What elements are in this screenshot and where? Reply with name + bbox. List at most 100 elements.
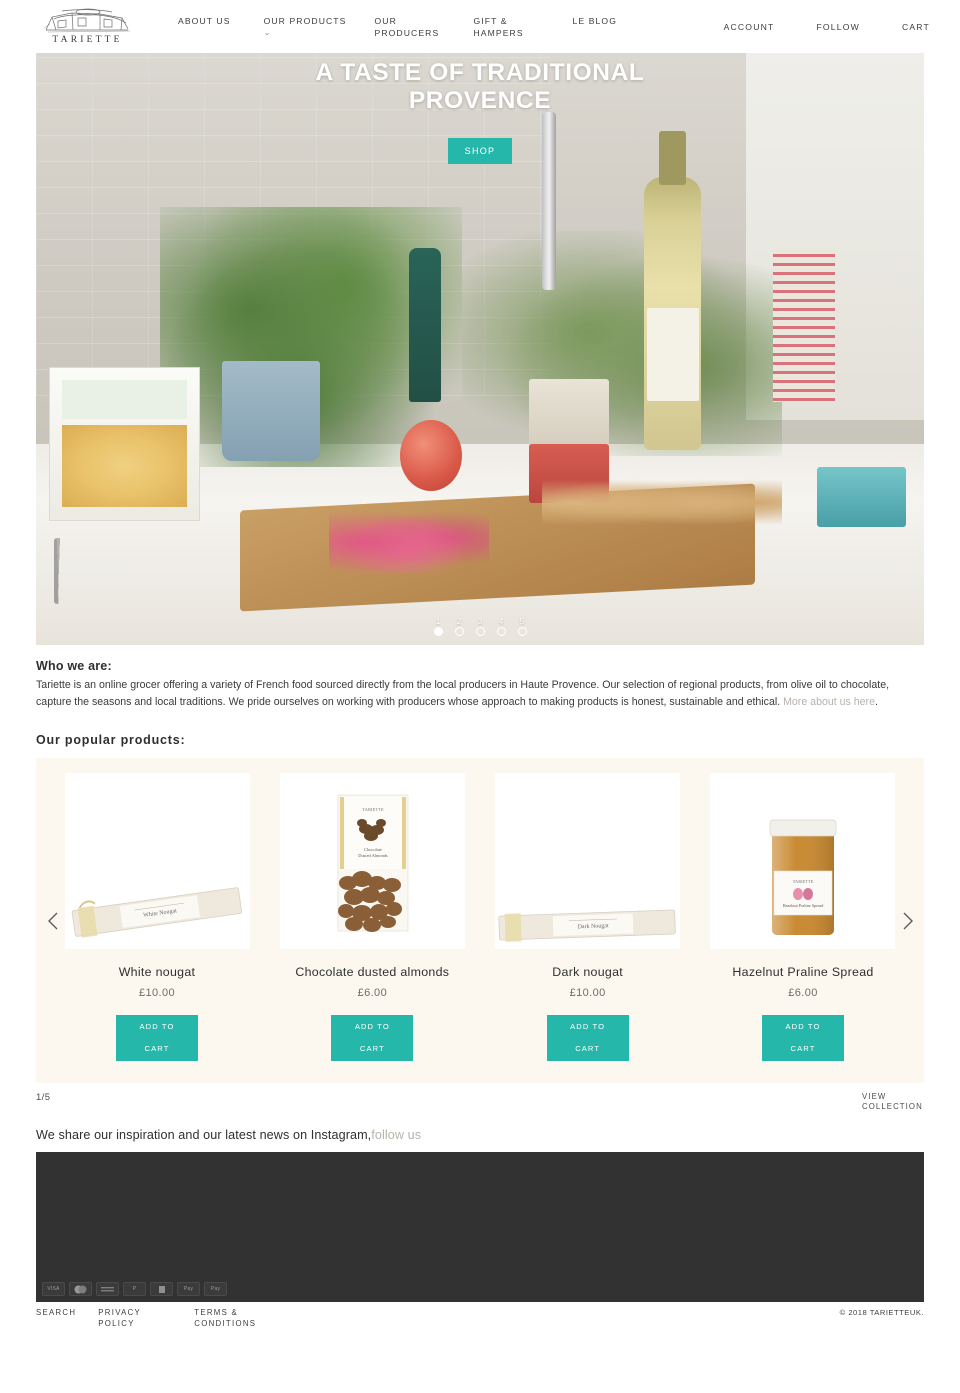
white-nougat-bar-image: White Nougat [64,773,250,949]
nav-item-le-blog[interactable]: LE BLOG [573,16,617,28]
main-navigation: ABOUT US OUR PRODUCTS ⌄ OUR PRODUCERS GI… [178,14,650,39]
svg-text:TARIETTE: TARIETTE [793,879,814,884]
who-we-are-heading: Who we are: [36,659,112,673]
popular-products-heading: Our popular products: [36,733,186,747]
product-card: Dark Nougat Dark nougat £10.00 ADD TO CA… [487,773,689,1061]
farmhouse-line-drawing-icon [43,8,130,33]
hero-pagination-dot-1[interactable]: 1 [433,617,444,636]
hero-pagination: 1 2 3 4 5 [36,617,924,636]
hero-pagination-dot-2[interactable]: 2 [454,617,465,636]
dot-icon [517,627,527,636]
carousel-footer: 1/5 VIEW COLLECTION [36,1092,924,1112]
add-to-cart-line1: ADD TO [354,1022,390,1031]
product-name[interactable]: Dark nougat [552,965,623,979]
google-pay-icon: Pay [204,1282,227,1296]
cart-link[interactable]: CART [902,22,930,32]
hero-slider[interactable]: A TASTE OF TRADITIONAL PROVENCE SHOP 1 2… [36,53,924,645]
svg-text:TARIETTE: TARIETTE [362,807,384,812]
nav-item-about-us[interactable]: ABOUT US [178,16,231,28]
svg-text:Dark Nougat: Dark Nougat [578,923,610,930]
view-collection-link[interactable]: VIEW COLLECTION [862,1092,924,1112]
product-image-white-nougat[interactable]: White Nougat [64,773,250,949]
add-to-cart-line2: CART [144,1044,170,1053]
payment-methods: VISA P Pay Pay [42,1282,227,1296]
carousel-counter: 1/5 [36,1092,51,1103]
dot-icon [454,627,464,636]
who-we-are-body: Tariette is an online grocer offering a … [36,677,924,710]
mastercard-icon [69,1282,92,1296]
hero-pagination-number: 3 [477,617,483,626]
add-to-cart-button[interactable]: ADD TO CART [116,1015,198,1061]
add-to-cart-line2: CART [359,1044,385,1053]
nav-label: LE BLOG [572,16,617,26]
nav-label: GIFT & HAMPERS [473,16,524,38]
amex-bars-icon [101,1286,114,1291]
nav-label: ABOUT US [178,16,231,26]
product-price: £6.00 [357,987,388,999]
svg-text:Dusted Almonds: Dusted Almonds [358,853,388,858]
hero-pagination-number: 1 [435,617,441,626]
hero-pagination-dot-5[interactable]: 5 [517,617,528,636]
add-to-cart-button[interactable]: ADD TO CART [761,1015,844,1061]
footer-link-terms-conditions[interactable]: TERMS & CONDITIONS [194,1308,268,1329]
copyright-text: © 2018 TARIETTEUK. [839,1308,924,1317]
product-name[interactable]: White nougat [119,965,196,979]
nav-item-our-producers[interactable]: OUR PRODUCERS [375,16,441,39]
dot-icon [496,627,506,636]
hero-title: A TASTE OF TRADITIONAL PROVENCE [315,59,645,114]
utility-navigation: ACCOUNT FOLLOW CART [682,22,930,32]
hero-pagination-number: 5 [519,617,525,626]
product-card: TARIETTE Hazelnut Praline Spread Hazelnu… [702,773,904,1061]
chevron-down-icon: ⌄ [263,27,272,37]
hero-pagination-dot-4[interactable]: 4 [496,617,507,636]
follow-link[interactable]: FOLLOW [816,22,860,32]
nav-item-our-products[interactable]: OUR PRODUCTS ⌄ [264,16,347,37]
instagram-text: We share our inspiration and our latest … [36,1128,372,1142]
footer-link-privacy-policy[interactable]: PRIVACY POLICY [98,1308,172,1329]
add-to-cart-button[interactable]: ADD TO CART [546,1015,629,1061]
footer-link-search[interactable]: SEARCH [36,1308,76,1319]
add-to-cart-line1: ADD TO [139,1022,175,1031]
product-image-hazelnut-praline-spread[interactable]: TARIETTE Hazelnut Praline Spread [710,773,896,949]
hero-shop-button[interactable]: SHOP [447,138,513,164]
instagram-heading: We share our inspiration and our latest … [36,1128,924,1142]
chevron-left-icon [47,912,57,929]
product-card: TARIETTE Chocolate Dusted Almonds Chocol… [271,773,473,1061]
site-footer: SEARCH PRIVACY POLICY TERMS & CONDITIONS… [36,1308,924,1329]
dark-nougat-bar-image: Dark Nougat [495,773,681,949]
nav-label: OUR PRODUCERS [374,16,440,38]
dot-icon [475,627,485,636]
product-name[interactable]: Chocolate dusted almonds [295,965,449,979]
nav-item-gift-hampers[interactable]: GIFT & HAMPERS [474,16,540,39]
who-we-are-section: Who we are: Tariette is an online grocer… [0,659,960,710]
who-we-are-text: Tariette is an online grocer offering a … [36,679,890,708]
svg-text:Chocolate: Chocolate [364,847,382,852]
product-name[interactable]: Hazelnut Praline Spread [732,965,873,979]
apple-pay-icon: Pay [177,1282,200,1296]
hero-pagination-number: 4 [498,617,504,626]
who-we-are-text-end: . [874,695,878,708]
add-to-cart-button[interactable]: ADD TO CART [331,1015,414,1061]
chevron-right-icon [903,912,913,929]
hero-pagination-number: 2 [456,617,462,626]
mastercard-circles-icon [74,1285,87,1293]
add-to-cart-line2: CART [790,1044,816,1053]
instagram-follow-link[interactable]: follow us [371,1128,421,1142]
dot-icon [433,627,443,636]
hero-pagination-dot-3[interactable]: 3 [475,617,486,636]
account-link[interactable]: ACCOUNT [724,22,775,32]
product-price: £10.00 [138,987,176,999]
product-price: £6.00 [788,987,818,999]
product-image-dark-nougat[interactable]: Dark Nougat [495,773,681,949]
instagram-feed[interactable]: VISA P Pay Pay [36,1152,924,1302]
chocolate-dusted-almonds-bag-image: TARIETTE Chocolate Dusted Almonds [279,773,465,949]
more-about-us-link[interactable]: More about us here [783,696,875,708]
amex-icon [96,1282,119,1296]
maestro-mark-icon [158,1285,165,1293]
site-logo[interactable]: TARIETTE [35,8,140,45]
add-to-cart-line2: CART [575,1044,601,1053]
carousel-prev-button[interactable] [42,905,64,937]
carousel-next-button[interactable] [896,905,918,937]
product-image-chocolate-dusted-almonds[interactable]: TARIETTE Chocolate Dusted Almonds [279,773,465,949]
nav-label: OUR PRODUCTS [263,16,347,26]
